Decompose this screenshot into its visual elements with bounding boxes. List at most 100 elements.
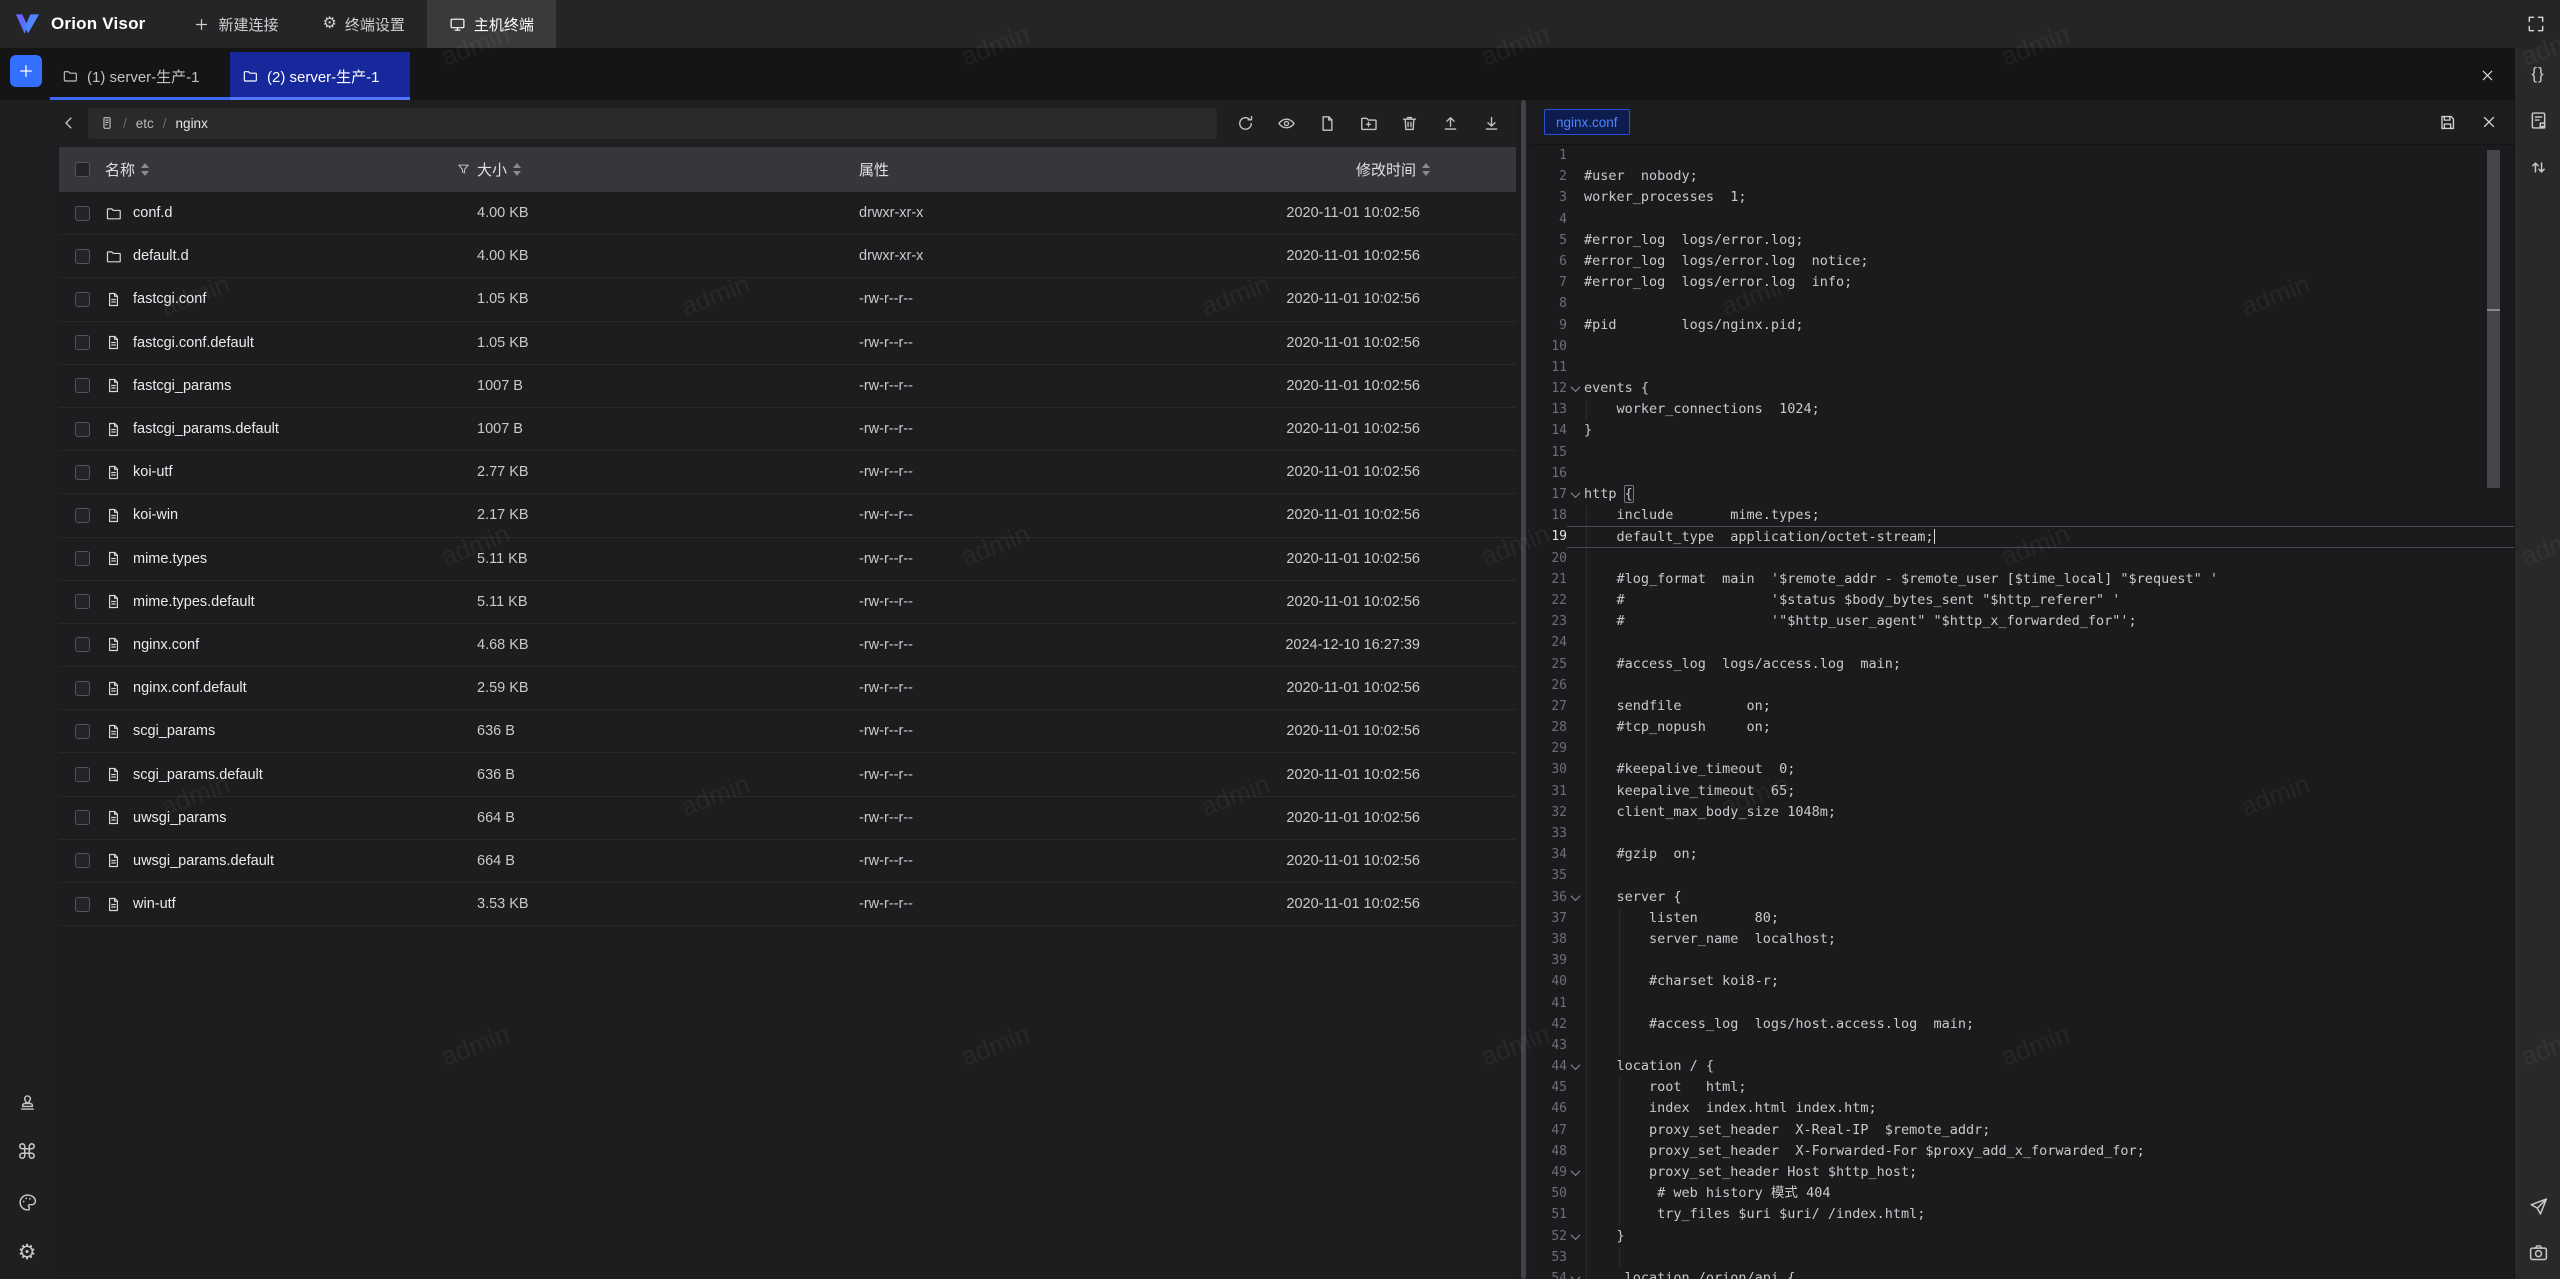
code-text[interactable]: sendfile on;: [1584, 696, 2514, 717]
file-name[interactable]: uwsgi_params: [133, 810, 227, 826]
file-name[interactable]: koi-utf: [133, 464, 173, 480]
close-panel-icon[interactable]: [2474, 62, 2500, 88]
fold-chevron-icon[interactable]: [1567, 1268, 1584, 1279]
stamp-icon[interactable]: [14, 1089, 40, 1115]
file-name[interactable]: uwsgi_params.default: [133, 853, 274, 869]
camera-icon[interactable]: [2525, 1239, 2551, 1265]
code-line[interactable]: 1: [1537, 145, 2514, 166]
code-text[interactable]: }: [1584, 1226, 2514, 1247]
code-text[interactable]: [1584, 145, 2514, 166]
code-text[interactable]: [1584, 738, 2514, 759]
code-text[interactable]: http {: [1584, 484, 2514, 505]
code-line[interactable]: 50 # web history 模式 404: [1537, 1183, 2514, 1204]
code-text[interactable]: keepalive_timeout 65;: [1584, 781, 2514, 802]
column-header-size[interactable]: 大小: [477, 159, 859, 180]
send-icon[interactable]: [2525, 1193, 2551, 1219]
code-line[interactable]: 7#error_log logs/error.log info;: [1537, 272, 2514, 293]
tab-server-2[interactable]: (2) server-生产-1: [230, 52, 410, 100]
code-text[interactable]: location / {: [1584, 1056, 2514, 1077]
code-line[interactable]: 27 sendfile on;: [1537, 696, 2514, 717]
code-line[interactable]: 4: [1537, 209, 2514, 230]
file-name[interactable]: scgi_params: [133, 723, 215, 739]
code-line[interactable]: 53: [1537, 1247, 2514, 1268]
row-checkbox[interactable]: [75, 206, 90, 221]
fold-chevron-icon[interactable]: [1567, 1226, 1584, 1247]
code-line[interactable]: 10: [1537, 336, 2514, 357]
code-line[interactable]: 42 #access_log logs/host.access.log main…: [1537, 1014, 2514, 1035]
filter-icon[interactable]: [456, 162, 471, 177]
code-line[interactable]: 13 worker_connections 1024;: [1537, 399, 2514, 420]
code-line[interactable]: 18 include mime.types;: [1537, 505, 2514, 526]
code-text[interactable]: worker_connections 1024;: [1584, 399, 2514, 420]
row-checkbox[interactable]: [75, 810, 90, 825]
code-text[interactable]: server_name localhost;: [1584, 929, 2514, 950]
code-line[interactable]: 43: [1537, 1035, 2514, 1056]
code-text[interactable]: location /orion/api {: [1584, 1268, 2514, 1279]
code-text[interactable]: [1584, 357, 2514, 378]
code-text[interactable]: [1584, 1035, 2514, 1056]
table-row[interactable]: default.d4.00 KBdrwxr-xr-x2020-11-01 10:…: [59, 235, 1516, 278]
file-bookmark-icon[interactable]: [2525, 107, 2551, 133]
code-line[interactable]: 15: [1537, 442, 2514, 463]
code-line[interactable]: 25 #access_log logs/access.log main;: [1537, 654, 2514, 675]
table-row[interactable]: uwsgi_params664 B-rw-r--r--2020-11-01 10…: [59, 797, 1516, 840]
code-line[interactable]: 37 listen 80;: [1537, 908, 2514, 929]
eye-icon[interactable]: [1274, 110, 1298, 136]
code-line[interactable]: 14}: [1537, 420, 2514, 441]
table-row[interactable]: conf.d4.00 KBdrwxr-xr-x2020-11-01 10:02:…: [59, 192, 1516, 235]
table-row[interactable]: fastcgi.conf1.05 KB-rw-r--r--2020-11-01 …: [59, 278, 1516, 321]
table-row[interactable]: nginx.conf4.68 KB-rw-r--r--2024-12-10 16…: [59, 624, 1516, 667]
table-row[interactable]: koi-win2.17 KB-rw-r--r--2020-11-01 10:02…: [59, 494, 1516, 537]
table-row[interactable]: win-utf3.53 KB-rw-r--r--2020-11-01 10:02…: [59, 883, 1516, 926]
file-name[interactable]: win-utf: [133, 896, 176, 912]
table-row[interactable]: fastcgi_params1007 B-rw-r--r--2020-11-01…: [59, 365, 1516, 408]
row-checkbox[interactable]: [75, 335, 90, 350]
code-text[interactable]: index index.html index.htm;: [1584, 1098, 2514, 1119]
code-text[interactable]: # web history 模式 404: [1584, 1183, 2514, 1204]
nav-item-new-connection[interactable]: 新建连接: [171, 0, 300, 48]
open-file-tag[interactable]: nginx.conf: [1544, 109, 1630, 135]
new-file-icon[interactable]: [1315, 110, 1339, 136]
code-line[interactable]: 21 #log_format main '$remote_addr - $rem…: [1537, 569, 2514, 590]
table-row[interactable]: fastcgi_params.default1007 B-rw-r--r--20…: [59, 408, 1516, 451]
row-checkbox[interactable]: [75, 508, 90, 523]
fold-chevron-icon[interactable]: [1567, 484, 1584, 505]
code-text[interactable]: [1584, 293, 2514, 314]
code-line[interactable]: 49 proxy_set_header Host $http_host;: [1537, 1162, 2514, 1183]
table-row[interactable]: scgi_params636 B-rw-r--r--2020-11-01 10:…: [59, 710, 1516, 753]
code-text[interactable]: [1584, 209, 2514, 230]
code-text[interactable]: server {: [1584, 887, 2514, 908]
tab-server-1[interactable]: (1) server-生产-1: [50, 52, 230, 100]
file-name[interactable]: scgi_params.default: [133, 767, 263, 783]
file-name[interactable]: mime.types.default: [133, 594, 255, 610]
breadcrumb-segment[interactable]: nginx: [176, 116, 208, 131]
save-icon[interactable]: [2432, 107, 2462, 137]
fold-chevron-icon[interactable]: [1567, 1162, 1584, 1183]
table-row[interactable]: scgi_params.default636 B-rw-r--r--2020-1…: [59, 753, 1516, 796]
code-text[interactable]: [1584, 950, 2514, 971]
code-text[interactable]: events {: [1584, 378, 2514, 399]
code-line[interactable]: 29: [1537, 738, 2514, 759]
code-line[interactable]: 32 client_max_body_size 1048m;: [1537, 802, 2514, 823]
code-text[interactable]: [1584, 442, 2514, 463]
code-line[interactable]: 23 # '"$http_user_agent" "$http_x_forwar…: [1537, 611, 2514, 632]
code-line[interactable]: 22 # '$status $body_bytes_sent "$http_re…: [1537, 590, 2514, 611]
select-all-checkbox[interactable]: [75, 162, 90, 177]
code-line[interactable]: 30 #keepalive_timeout 0;: [1537, 759, 2514, 780]
row-checkbox[interactable]: [75, 637, 90, 652]
palette-icon[interactable]: [14, 1189, 40, 1215]
code-line[interactable]: 5#error_log logs/error.log;: [1537, 230, 2514, 251]
breadcrumb-segment[interactable]: etc: [136, 116, 154, 131]
code-text[interactable]: # '$status $body_bytes_sent "$http_refer…: [1584, 590, 2514, 611]
file-name[interactable]: nginx.conf.default: [133, 680, 247, 696]
row-checkbox[interactable]: [75, 551, 90, 566]
code-line[interactable]: 9#pid logs/nginx.pid;: [1537, 315, 2514, 336]
braces-icon[interactable]: {}: [2525, 60, 2551, 86]
row-checkbox[interactable]: [75, 767, 90, 782]
code-line[interactable]: 39: [1537, 950, 2514, 971]
code-text[interactable]: listen 80;: [1584, 908, 2514, 929]
sort-arrows-icon[interactable]: [513, 163, 521, 176]
fold-chevron-icon[interactable]: [1567, 887, 1584, 908]
file-name[interactable]: nginx.conf: [133, 637, 199, 653]
code-line[interactable]: 46 index index.html index.htm;: [1537, 1098, 2514, 1119]
